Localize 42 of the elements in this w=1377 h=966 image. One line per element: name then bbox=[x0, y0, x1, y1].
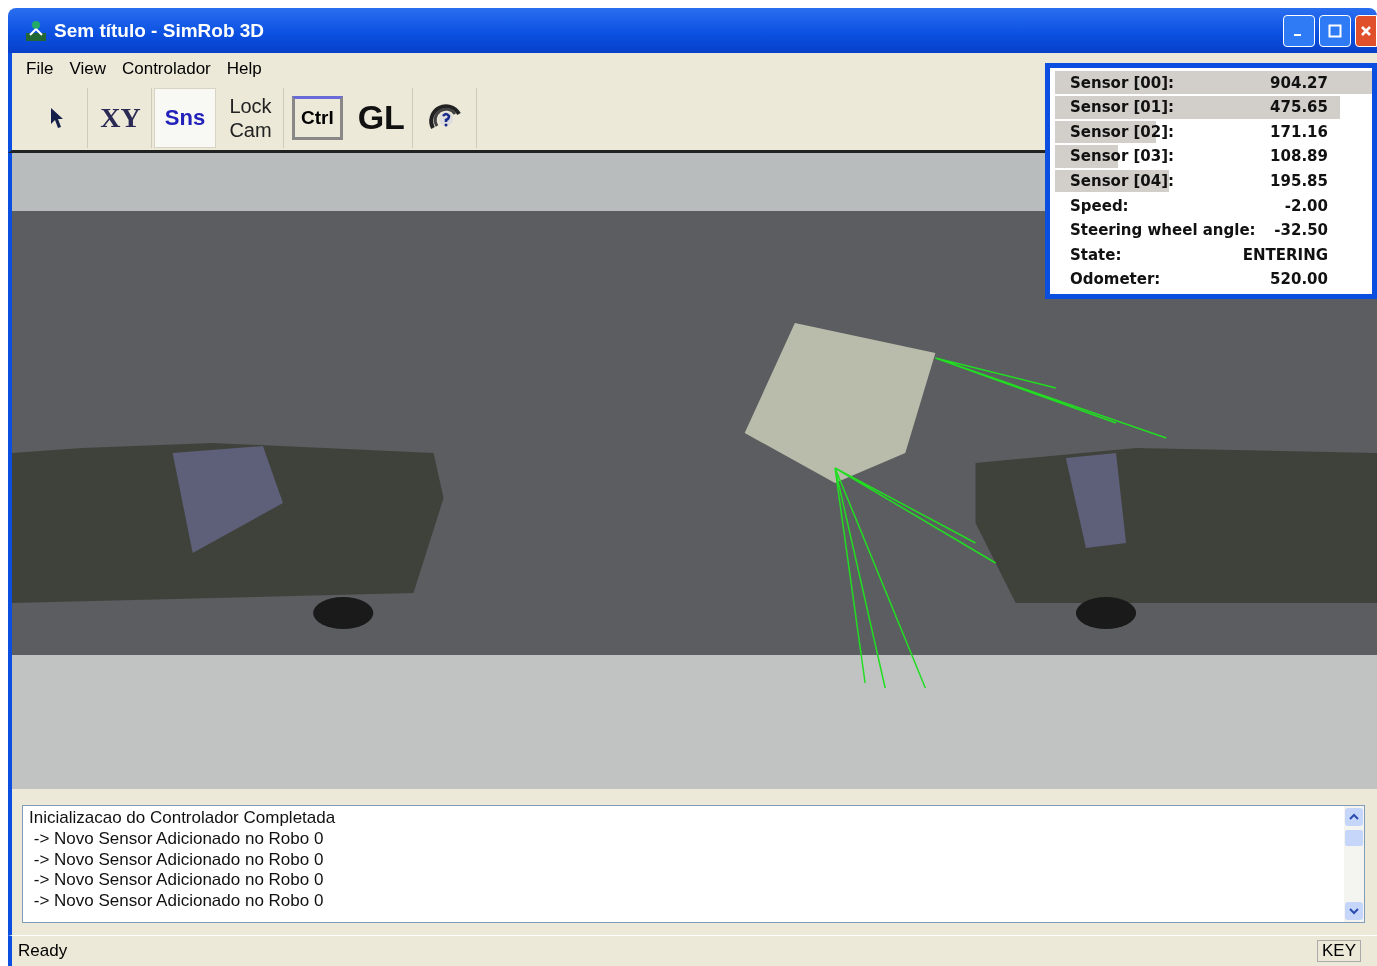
menu-item[interactable]: View bbox=[61, 57, 114, 82]
readout-value: -2.00 bbox=[1284, 196, 1328, 215]
readout-label: State: bbox=[1070, 245, 1123, 264]
readout-label: Steering wheel angle: bbox=[1070, 221, 1257, 240]
readout-label: Speed: bbox=[1070, 196, 1130, 215]
readout-value: ENTERING bbox=[1242, 245, 1328, 264]
readout-value: 108.89 bbox=[1270, 147, 1328, 166]
readout-label: Sensor [00]: bbox=[1070, 73, 1176, 92]
readout-label: Sensor [04]: bbox=[1070, 172, 1176, 190]
scrollbar[interactable] bbox=[1344, 806, 1364, 923]
key-indicator: KEY bbox=[1316, 940, 1361, 963]
minimize-button[interactable] bbox=[1283, 14, 1315, 47]
readout-label: Sensor [01]: bbox=[1070, 98, 1176, 117]
close-button[interactable] bbox=[1355, 14, 1377, 47]
readout-value: 904.27 bbox=[1270, 73, 1328, 92]
menu-item[interactable]: File bbox=[18, 57, 62, 82]
readout-label: Sensor [02]: bbox=[1070, 122, 1176, 141]
toolbar-button[interactable]: Ctrl bbox=[292, 95, 343, 140]
readout-value: -32.50 bbox=[1274, 221, 1328, 240]
readout-label: Odometer: bbox=[1070, 270, 1162, 289]
maximize-button[interactable] bbox=[1319, 14, 1351, 47]
close-icon[interactable] bbox=[1360, 24, 1372, 37]
readout-value: 171.16 bbox=[1270, 122, 1328, 141]
scroll-up-icon[interactable] bbox=[1345, 808, 1363, 827]
menu-item[interactable]: Controlador bbox=[113, 57, 219, 82]
scroll-down-icon[interactable] bbox=[1345, 902, 1363, 921]
log-line: -> Novo Sensor Adicionado no Robo 0 bbox=[32, 849, 325, 871]
scroll-thumb[interactable] bbox=[1345, 830, 1363, 847]
log-line: -> Novo Sensor Adicionado no Robo 0 bbox=[32, 891, 325, 912]
maximize-icon[interactable] bbox=[1328, 23, 1342, 38]
readout-value: 520.00 bbox=[1270, 270, 1328, 289]
robot-icon bbox=[24, 18, 48, 43]
menu-item[interactable]: Help bbox=[218, 57, 270, 82]
window-title: Sem título - SimRob 3D bbox=[54, 19, 266, 42]
log-line: Inicializacao do Controlador Completada bbox=[29, 808, 337, 830]
readout-value: 195.85 bbox=[1270, 172, 1328, 190]
log-line: -> Novo Sensor Adicionado no Robo 0 bbox=[32, 829, 325, 850]
toolbar-button[interactable]: Sns bbox=[154, 87, 216, 148]
log-line: -> Novo Sensor Adicionado no Robo 0 bbox=[32, 870, 325, 892]
readout-label: Sensor [03]: bbox=[1070, 147, 1176, 166]
readout-value: 475.65 bbox=[1270, 98, 1328, 117]
status-text: Ready bbox=[18, 941, 68, 962]
